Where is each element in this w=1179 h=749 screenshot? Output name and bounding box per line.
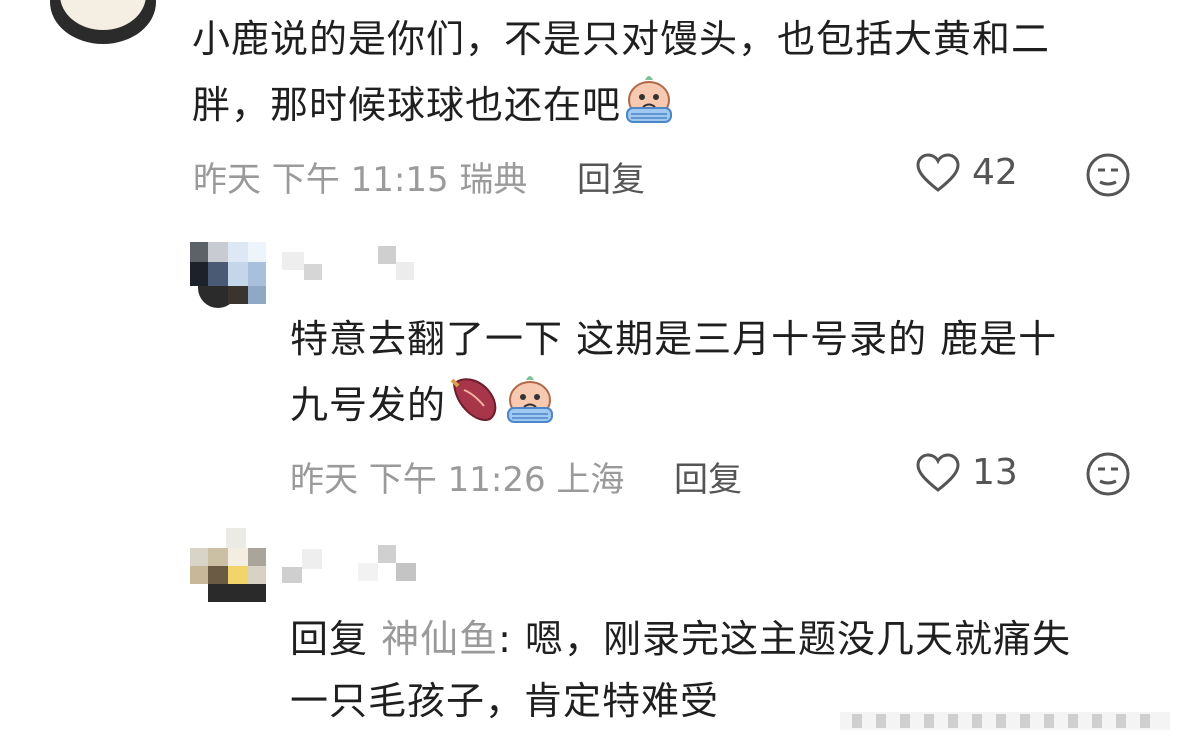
like-count: 13 [972, 452, 1018, 493]
username-blurred[interactable] [282, 246, 422, 286]
comment-time: 昨天 下午 11:15 瑞典 [193, 160, 528, 200]
like-button[interactable]: 13 [916, 452, 1018, 493]
reply-button[interactable]: 回复 [674, 460, 742, 500]
comment-text-line-2: 九号发的 [290, 370, 1150, 436]
comment-text-line-1: 特意去翻了一下 这期是三月十号录的 鹿是十 [290, 317, 1058, 361]
like-count: 42 [972, 152, 1018, 193]
heart-icon [916, 152, 960, 192]
reply-button[interactable]: 回复 [577, 160, 645, 200]
heart-icon [916, 452, 960, 492]
scroll-indicator [840, 712, 1170, 730]
crying-face-icon [507, 376, 554, 423]
avatar[interactable] [50, 0, 156, 44]
emoji-reaction-icon[interactable] [1085, 451, 1131, 497]
comment-text: 小鹿说的是你们，不是只对馒头，也包括大黄和二 胖，那时候球球也还在吧 [192, 8, 1152, 136]
comment-time: 昨天 下午 11:26 上海 [290, 460, 625, 500]
comment-meta: 昨天 下午 11:15 瑞典 回复 [193, 152, 645, 201]
username-blurred[interactable] [282, 545, 442, 585]
comment-text: 特意去翻了一下 这期是三月十号录的 鹿是十 九号发的 [290, 308, 1150, 436]
sweet-potato-icon [450, 378, 497, 422]
reply-prefix: 回复 [290, 617, 369, 661]
emoji-reaction-icon[interactable] [1085, 152, 1131, 198]
comment-meta: 昨天 下午 11:26 上海 回复 [290, 452, 742, 501]
comment-text-line-1: 回复 神仙鱼: 嗯，刚录完这主题没几天就痛失 [290, 617, 1072, 661]
crying-face-icon [626, 76, 673, 123]
avatar[interactable] [190, 242, 266, 308]
comment-text-line-1: 小鹿说的是你们，不是只对馒头，也包括大黄和二 [192, 17, 1051, 61]
comment-text-line-2: 胖，那时候球球也还在吧 [192, 70, 1152, 136]
reply-to-username[interactable]: 神仙鱼 [381, 617, 498, 661]
like-button[interactable]: 42 [916, 152, 1018, 193]
avatar[interactable] [190, 528, 266, 604]
